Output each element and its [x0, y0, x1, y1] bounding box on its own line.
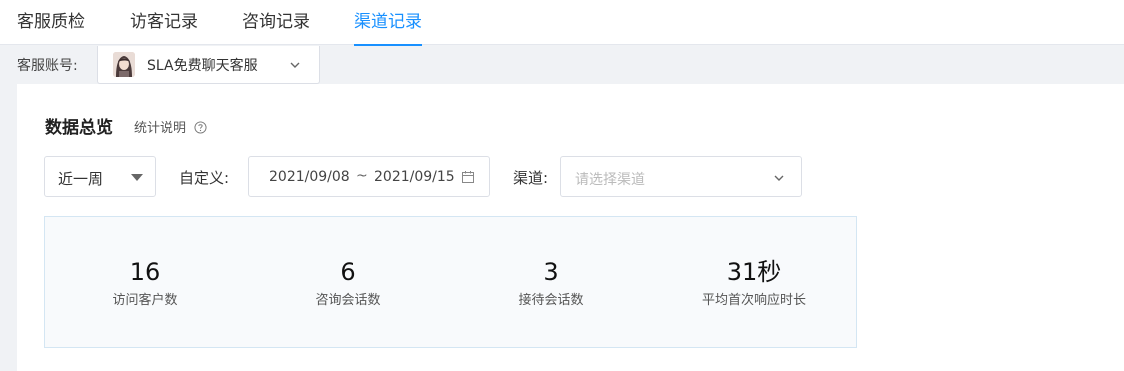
- account-name: SLA免费聊天客服: [147, 58, 258, 74]
- stat-avg-first-response: 31秒 平均首次响应时长: [654, 257, 854, 308]
- tab-label: 渠道记录: [354, 12, 422, 32]
- date-start: 2021/09/08: [269, 169, 350, 185]
- stat-visitors: 16 访问客户数: [45, 257, 245, 308]
- stat-help-label: 统计说明: [134, 121, 187, 136]
- tab-channel-records[interactable]: 渠道记录: [354, 0, 422, 46]
- user-avatar-icon: [113, 52, 135, 77]
- stat-value: 6: [340, 258, 356, 286]
- tab-label: 客服质检: [17, 12, 85, 32]
- stats-panel: 16 访问客户数 6 咨询会话数 3 接待会话数 31秒 平均首次响应时长: [44, 216, 857, 348]
- stat-label: 咨询会话数: [315, 293, 381, 308]
- stat-received-sessions: 3 接待会话数: [451, 257, 651, 308]
- tab-label: 访客记录: [130, 12, 198, 32]
- stat-value: 31秒: [726, 258, 782, 286]
- tab-visitor-records[interactable]: 访客记录: [130, 0, 198, 45]
- caret-down-icon: [131, 174, 143, 181]
- stat-value: 16: [129, 258, 161, 286]
- account-label: 客服账号:: [17, 58, 78, 74]
- date-separator: ~: [356, 168, 368, 184]
- date-end: 2021/09/15: [374, 169, 455, 185]
- account-row: 客服账号: SLA免费聊天客服: [0, 46, 1124, 84]
- question-circle-icon: [194, 121, 207, 134]
- stat-value: 3: [543, 258, 559, 286]
- channel-placeholder: 请选择渠道: [575, 172, 645, 188]
- period-select[interactable]: 近一周: [44, 156, 156, 197]
- period-value: 近一周: [58, 170, 104, 188]
- chevron-down-icon: [290, 62, 300, 68]
- date-range-picker[interactable]: 2021/09/08 ~ 2021/09/15: [248, 156, 490, 197]
- tab-label: 咨询记录: [242, 12, 310, 32]
- account-select[interactable]: SLA免费聊天客服: [97, 46, 320, 84]
- channel-label: 渠道:: [513, 169, 549, 187]
- overview-card: 数据总览 统计说明 近一周 自定义: 2021/09/08 ~ 2021/09/…: [17, 84, 1124, 371]
- calendar-icon: [462, 171, 474, 183]
- overview-title: 数据总览: [45, 118, 113, 138]
- stat-label: 接待会话数: [518, 293, 584, 308]
- tab-quality-check[interactable]: 客服质检: [17, 0, 85, 45]
- stat-label: 平均首次响应时长: [701, 293, 806, 308]
- stat-consult-sessions: 6 咨询会话数: [248, 257, 448, 308]
- tab-consult-records[interactable]: 咨询记录: [242, 0, 310, 45]
- stat-label: 访问客户数: [112, 293, 178, 308]
- chevron-down-icon: [774, 175, 784, 181]
- stat-help-link[interactable]: 统计说明: [134, 117, 207, 136]
- channel-select[interactable]: 请选择渠道: [560, 156, 802, 197]
- tab-bar: 客服质检 访客记录 咨询记录 渠道记录: [0, 0, 1124, 46]
- custom-range-label: 自定义:: [179, 169, 230, 187]
